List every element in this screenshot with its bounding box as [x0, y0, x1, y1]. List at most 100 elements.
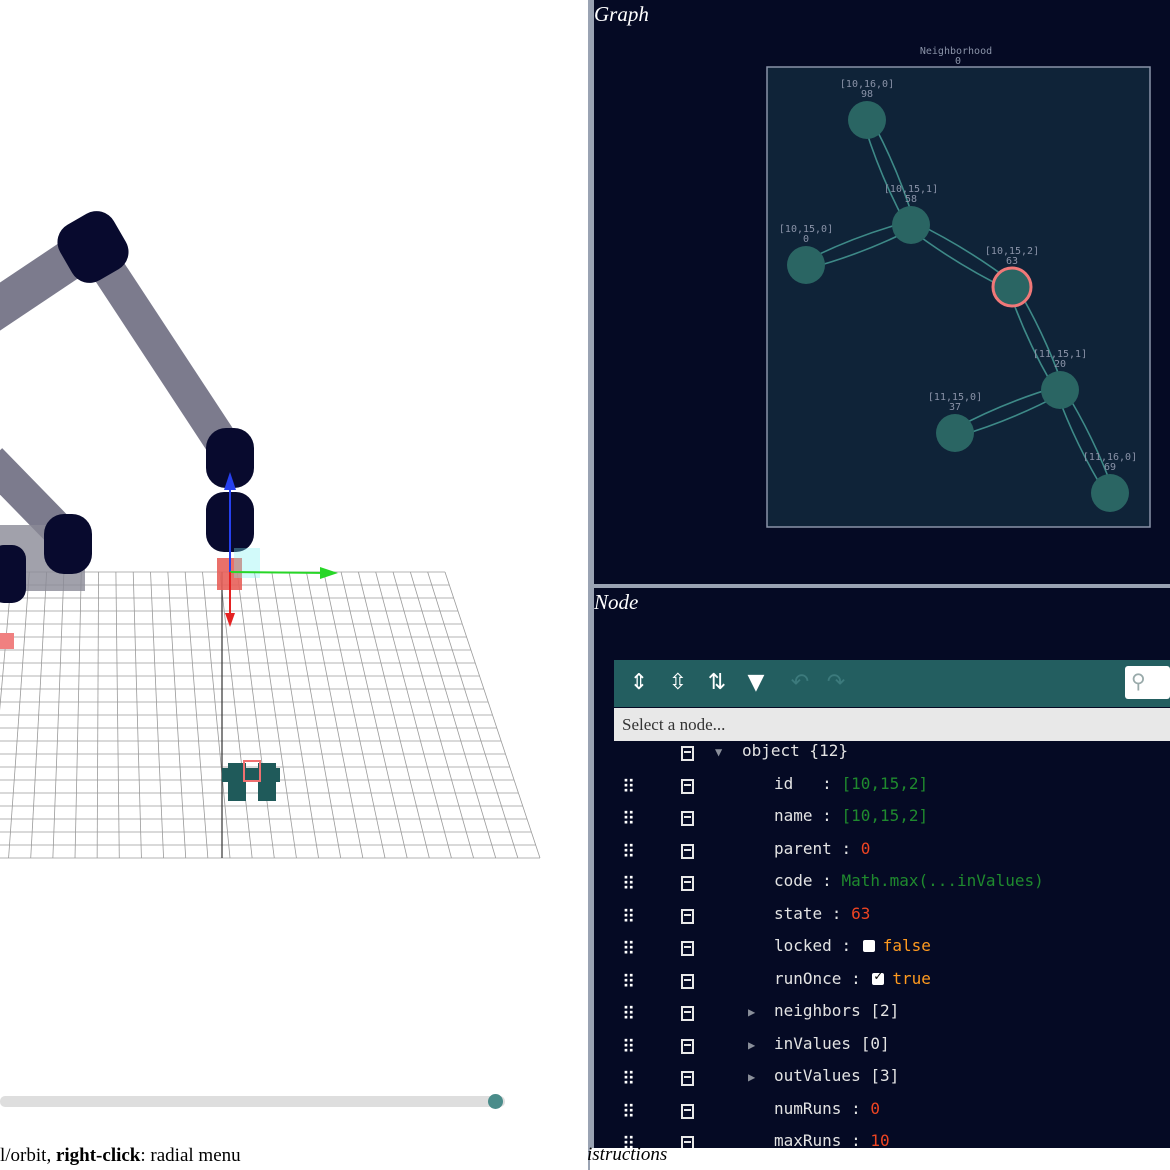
- tree-row[interactable]: ⠿ numRuns : 0: [614, 1099, 1170, 1129]
- drag-handle-icon[interactable]: ⠿: [622, 941, 636, 959]
- tree-row[interactable]: ⠿ parent : 0: [614, 839, 1170, 869]
- field-value[interactable]: false: [883, 936, 931, 955]
- graph-canvas[interactable]: Neighborhood 0 [10,16,0]98[10,15,1]58[10…: [594, 0, 1170, 584]
- row-menu-button[interactable]: [681, 1136, 694, 1148]
- tree-row[interactable]: ⠿ state : 63: [614, 904, 1170, 934]
- expand-all-icon[interactable]: ⇕: [625, 669, 653, 697]
- tree-field: neighbors [2]: [774, 1001, 899, 1020]
- tree-row[interactable]: ⠿ ▶ neighbors [2]: [614, 1001, 1170, 1031]
- sort-icon[interactable]: ⇅: [703, 669, 731, 697]
- row-menu-button[interactable]: [681, 811, 694, 826]
- robot-arm[interactable]: [0, 204, 254, 603]
- boolean-checkbox[interactable]: [872, 969, 885, 985]
- drag-handle-icon[interactable]: ⠿: [622, 1038, 636, 1057]
- undo-icon[interactable]: ↶: [786, 669, 814, 697]
- drag-handle-icon[interactable]: ⠿: [622, 1006, 636, 1024]
- graph-node-selected[interactable]: [991, 266, 1033, 308]
- redo-icon[interactable]: ↷: [822, 669, 850, 697]
- field-separator: :: [822, 773, 842, 793]
- field-key: parent: [774, 838, 842, 858]
- tree-row[interactable]: ⠿ code : Math.max(...inValues): [614, 871, 1170, 901]
- expand-caret-icon[interactable]: ▶: [748, 1070, 755, 1084]
- 3d-viewport[interactable]: l/orbit, right-click: radial menu: [0, 0, 588, 1170]
- drag-handle-icon[interactable]: ⠿: [622, 1071, 636, 1089]
- tree-field: state : 63: [774, 904, 870, 923]
- row-menu-button[interactable]: [681, 1038, 694, 1054]
- gizmo-arrow-x[interactable]: [320, 567, 338, 579]
- field-key: runOnce: [774, 968, 852, 988]
- row-menu-button[interactable]: [681, 1006, 694, 1021]
- timeline-handle[interactable]: [487, 1094, 503, 1109]
- json-tree: ▼ object {12} ⠿ id : [10,15,2] ⠿ name : [10,1…: [614, 741, 1170, 1148]
- tree-row[interactable]: ⠿ id : [10,15,2]: [614, 774, 1170, 804]
- field-value[interactable]: true: [892, 969, 931, 988]
- tree-row[interactable]: ⠿ ▶ outValues [3]: [614, 1066, 1170, 1096]
- field-separator: :: [831, 903, 852, 923]
- gizmo-arrow-z[interactable]: [225, 613, 235, 627]
- tree-row[interactable]: ⠿ locked : false: [614, 936, 1170, 966]
- row-menu-button[interactable]: [681, 778, 694, 794]
- node-select[interactable]: Select a node...: [614, 708, 1170, 741]
- timeline-slider[interactable]: [0, 1096, 505, 1107]
- field-key: neighbors: [774, 1001, 871, 1020]
- marker-red[interactable]: [0, 633, 14, 649]
- field-key: outValues: [774, 1066, 871, 1085]
- graph-node[interactable]: [1041, 371, 1079, 409]
- expand-caret-icon[interactable]: ▶: [748, 1005, 755, 1019]
- row-menu-button[interactable]: [681, 1071, 694, 1086]
- boolean-checkbox[interactable]: [862, 940, 875, 952]
- gizmo-axis-x[interactable]: [229, 571, 331, 574]
- tree-field: numRuns : 0: [774, 1099, 880, 1118]
- graph-node[interactable]: [787, 246, 825, 284]
- filter-icon[interactable]: ▼: [742, 669, 770, 697]
- drag-handle-icon[interactable]: ⠿: [622, 908, 636, 927]
- drag-handle-icon[interactable]: ⠿: [622, 843, 636, 862]
- row-menu-button[interactable]: [681, 746, 694, 761]
- tree-row[interactable]: ⠿ name : [10,15,2]: [614, 806, 1170, 836]
- field-value[interactable]: 10: [870, 1131, 889, 1148]
- row-menu-button[interactable]: [681, 843, 694, 859]
- expand-caret-icon[interactable]: ▶: [748, 1038, 755, 1052]
- field-key: numRuns: [774, 1098, 852, 1118]
- tree-row[interactable]: ⠿ ▶ inValues [0]: [614, 1034, 1170, 1064]
- graph-node[interactable]: [848, 101, 886, 139]
- graph-node[interactable]: [936, 414, 974, 452]
- tree-field: code : Math.max(...inValues): [774, 871, 1044, 890]
- scene-canvas[interactable]: [0, 0, 588, 1170]
- graph-node-value: 69: [1104, 462, 1116, 473]
- row-menu-button[interactable]: [681, 1103, 694, 1119]
- field-key: locked: [774, 936, 842, 955]
- expand-caret-icon[interactable]: ▼: [715, 745, 722, 759]
- row-menu-button[interactable]: [681, 876, 694, 891]
- field-key: maxRuns: [774, 1131, 852, 1148]
- field-value[interactable]: 0: [861, 839, 871, 858]
- field-value[interactable]: Math.max(...inValues): [841, 871, 1043, 890]
- field-value[interactable]: [10,15,2]: [841, 774, 928, 793]
- tree-row[interactable]: ⠿ runOnce : true: [614, 969, 1170, 999]
- graph-node-value: 37: [949, 402, 961, 413]
- tree-row-root: ▼ object {12}: [614, 741, 1170, 771]
- drag-handle-icon[interactable]: ⠿: [622, 876, 636, 894]
- field-separator: :: [822, 871, 842, 890]
- row-menu-button[interactable]: [681, 908, 694, 924]
- row-menu-button[interactable]: [681, 941, 694, 956]
- field-value[interactable]: 0: [870, 1099, 880, 1118]
- row-menu-button[interactable]: [681, 973, 694, 989]
- field-key: state: [774, 903, 832, 923]
- drag-handle-icon[interactable]: ⠿: [622, 778, 636, 797]
- search-icon: ⚲: [1131, 669, 1146, 693]
- drag-handle-icon[interactable]: ⠿: [622, 811, 636, 829]
- field-value[interactable]: [10,15,2]: [841, 806, 928, 825]
- tree-field: locked : false: [774, 936, 931, 955]
- field-separator: :: [851, 1131, 871, 1148]
- field-value[interactable]: 63: [851, 904, 870, 923]
- graph-node[interactable]: [892, 206, 930, 244]
- tree-field: name : [10,15,2]: [774, 806, 928, 825]
- field-key: code: [774, 871, 823, 890]
- search-input[interactable]: ⚲: [1125, 666, 1170, 699]
- tree-row[interactable]: ⠿ maxRuns : 10: [614, 1131, 1170, 1148]
- drag-handle-icon[interactable]: ⠿: [622, 973, 636, 992]
- collapse-all-icon[interactable]: ⇳: [664, 669, 692, 697]
- graph-node[interactable]: [1091, 474, 1129, 512]
- drag-handle-icon[interactable]: ⠿: [622, 1103, 636, 1122]
